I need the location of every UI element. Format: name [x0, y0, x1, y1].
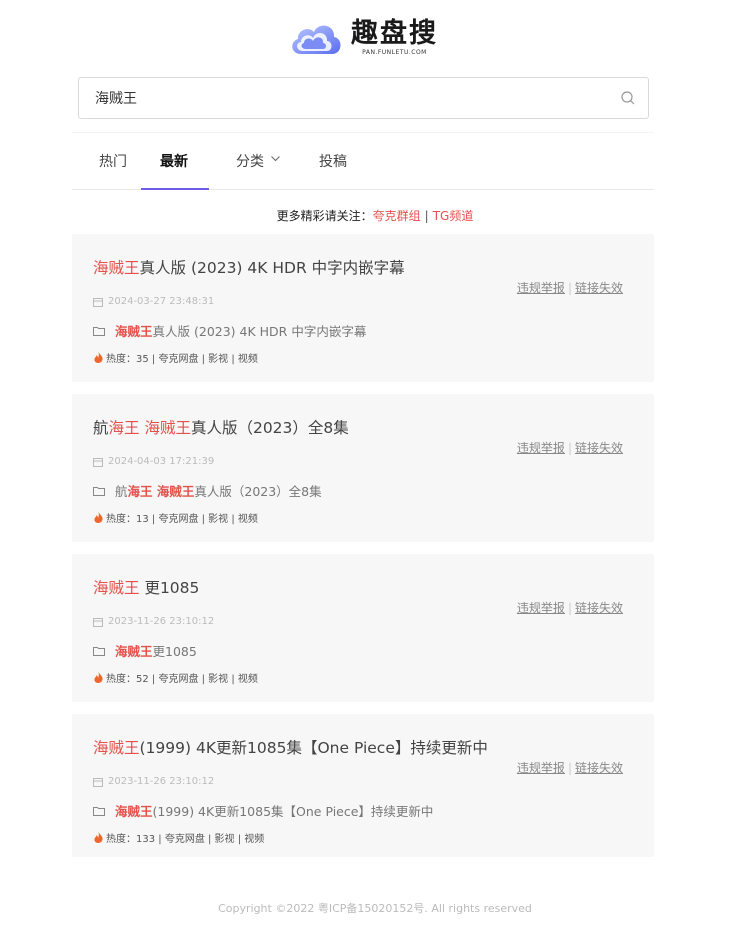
title-highlight: 海贼王: [93, 579, 140, 597]
actions-separator: |: [567, 601, 572, 615]
result-title[interactable]: 海贼王真人版 (2023) 4K HDR 中字内嵌字幕: [93, 256, 405, 278]
tab-bar: 热门 最新 分类 投稿: [72, 132, 654, 190]
broken-link[interactable]: 链接失效: [575, 441, 623, 455]
tab-category[interactable]: 分类: [228, 133, 288, 191]
file-text: 真人版 (2023) 4K HDR 中字内嵌字幕: [152, 324, 367, 339]
fire-icon: [94, 352, 103, 363]
site-logo[interactable]: 趣盘搜 PAN.FUNLETU.COM: [287, 16, 467, 60]
meta-text: 热度：13 | 夸克网盘 | 影视 | 视频: [106, 514, 258, 525]
file-highlight: 海贼王: [115, 804, 153, 819]
result-meta: 热度：52 | 夸克网盘 | 影视 | 视频: [94, 670, 258, 685]
file-text: 真人版（2023）全8集: [194, 484, 322, 499]
tab-active-indicator: [141, 188, 209, 190]
result-card: 海贼王真人版 (2023) 4K HDR 中字内嵌字幕 2024-03-27 2…: [72, 234, 654, 382]
file-highlight: 海王 海贼王: [127, 484, 195, 499]
meta-text: 热度：52 | 夸克网盘 | 影视 | 视频: [106, 674, 258, 685]
calendar-icon: [93, 297, 103, 307]
follow-prefix: 更多精彩请关注：: [276, 209, 373, 223]
date-text: 2023-11-26 23:10:12: [108, 616, 215, 627]
folder-icon: [93, 486, 105, 496]
title-text: (1999) 4K更新1085集【One Piece】持续更新中: [139, 739, 488, 757]
title-text: 更1085: [139, 579, 200, 597]
search-button[interactable]: [608, 78, 648, 118]
folder-icon: [93, 326, 105, 336]
calendar-icon: [93, 457, 103, 467]
result-file: 海贼王 更1085: [93, 641, 197, 660]
file-highlight: 海贼王: [115, 324, 153, 339]
tab-latest[interactable]: 最新: [156, 133, 192, 191]
title-text: 真人版 (2023) 4K HDR 中字内嵌字幕: [139, 259, 405, 277]
result-file: 航海王 海贼王 真人版（2023）全8集: [93, 481, 322, 500]
follow-separator: |: [424, 209, 429, 223]
search-input[interactable]: [79, 78, 608, 118]
title-text: 真人版（2023）全8集: [190, 419, 349, 437]
report-link[interactable]: 违规举报: [517, 601, 565, 615]
file-prefix: 航: [115, 484, 128, 499]
result-date: 2023-11-26 23:10:12: [93, 776, 214, 787]
report-link[interactable]: 违规举报: [517, 281, 565, 295]
result-title[interactable]: 海贼王(1999) 4K更新1085集【One Piece】持续更新中: [93, 736, 488, 758]
footer-copyright: Copyright ©2022 粤ICP备15020152号. All righ…: [218, 902, 532, 915]
broken-link[interactable]: 链接失效: [575, 281, 623, 295]
title-prefix: 航: [93, 419, 109, 437]
file-highlight: 海贼王: [115, 644, 153, 659]
title-highlight: 海王 海贼王: [108, 419, 191, 437]
result-card: 航海王 海贼王真人版（2023）全8集 2024-04-03 17:21:39 …: [72, 394, 654, 542]
card-actions: 违规举报 | 链接失效: [517, 279, 623, 296]
tab-submit[interactable]: 投稿: [316, 133, 350, 191]
logo-subtitle: PAN.FUNLETU.COM: [362, 49, 427, 56]
card-actions: 违规举报 | 链接失效: [517, 439, 623, 456]
result-title[interactable]: 航海王 海贼王真人版（2023）全8集: [93, 416, 349, 438]
result-date: 2023-11-26 23:10:12: [93, 616, 214, 627]
follow-line: 更多精彩请关注：夸克群组 | TG频道: [0, 207, 750, 224]
date-text: 2023-11-26 23:10:12: [108, 776, 215, 787]
title-highlight: 海贼王: [93, 739, 140, 757]
quark-group-link[interactable]: 夸克群组: [373, 209, 421, 223]
result-file: 海贼王 真人版 (2023) 4K HDR 中字内嵌字幕: [93, 321, 366, 340]
result-date: 2024-03-27 23:48:31: [93, 296, 214, 307]
calendar-icon: [93, 617, 103, 627]
result-file: 海贼王 (1999) 4K更新1085集【One Piece】持续更新中: [93, 801, 433, 820]
fire-icon: [94, 832, 103, 843]
tg-channel-link[interactable]: TG频道: [433, 209, 474, 223]
meta-text: 热度：133 | 夸克网盘 | 影视 | 视频: [106, 834, 265, 845]
folder-icon: [93, 806, 105, 816]
broken-link[interactable]: 链接失效: [575, 601, 623, 615]
result-meta: 热度：133 | 夸克网盘 | 影视 | 视频: [94, 830, 264, 845]
folder-icon: [93, 646, 105, 656]
actions-separator: |: [567, 281, 572, 295]
search-bar: [78, 77, 649, 119]
result-date: 2024-04-03 17:21:39: [93, 456, 214, 467]
result-meta: 热度：35 | 夸克网盘 | 影视 | 视频: [94, 350, 258, 365]
report-link[interactable]: 违规举报: [517, 761, 565, 775]
title-highlight: 海贼王: [93, 259, 140, 277]
report-link[interactable]: 违规举报: [517, 441, 565, 455]
fire-icon: [94, 512, 103, 523]
date-text: 2024-03-27 23:48:31: [108, 296, 215, 307]
tab-hot[interactable]: 热门: [93, 133, 133, 191]
file-text: 更1085: [152, 644, 197, 659]
search-icon: [621, 91, 635, 105]
tab-category-label: 分类: [236, 154, 264, 170]
cloud-logo-icon: [292, 25, 341, 54]
actions-separator: |: [567, 761, 572, 775]
broken-link[interactable]: 链接失效: [575, 761, 623, 775]
calendar-icon: [93, 777, 103, 787]
logo-title: 趣盘搜: [351, 18, 438, 49]
result-card: 海贼王(1999) 4K更新1085集【One Piece】持续更新中 2023…: [72, 714, 654, 857]
result-title[interactable]: 海贼王 更1085: [93, 576, 199, 598]
date-text: 2024-04-03 17:21:39: [108, 456, 215, 467]
result-meta: 热度：13 | 夸克网盘 | 影视 | 视频: [94, 510, 258, 525]
chevron-down-icon: [271, 156, 280, 162]
fire-icon: [94, 672, 103, 683]
actions-separator: |: [567, 441, 572, 455]
meta-text: 热度：35 | 夸克网盘 | 影视 | 视频: [106, 354, 258, 365]
file-text: (1999) 4K更新1085集【One Piece】持续更新中: [152, 804, 434, 819]
card-actions: 违规举报 | 链接失效: [517, 599, 623, 616]
card-actions: 违规举报 | 链接失效: [517, 759, 623, 776]
result-card: 海贼王 更1085 2023-11-26 23:10:12 海贼王 更1085 …: [72, 554, 654, 702]
